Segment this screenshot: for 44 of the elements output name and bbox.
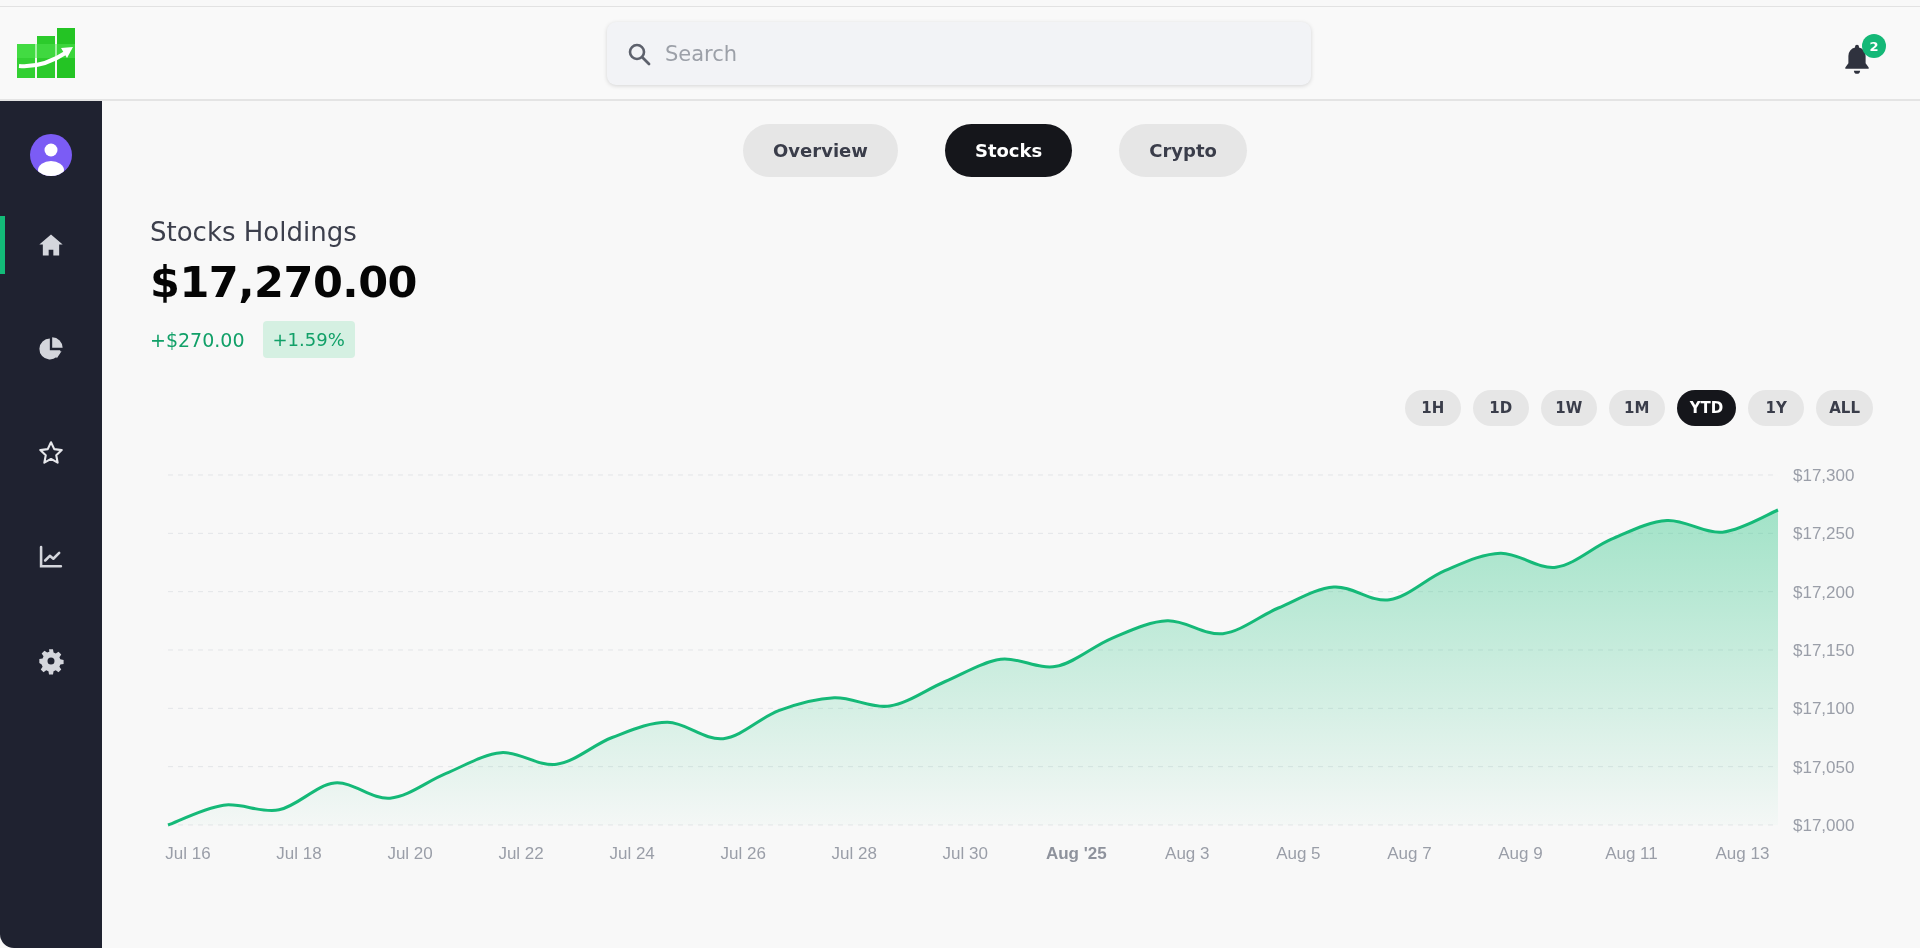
time-range-button[interactable]: 1D: [1472, 390, 1529, 426]
user-avatar[interactable]: [30, 134, 72, 176]
x-axis-label: Aug 11: [1605, 844, 1658, 863]
tab[interactable]: Crypto: [1119, 124, 1247, 177]
x-axis-label: Aug 3: [1165, 844, 1210, 863]
x-axis-label: Jul 22: [498, 844, 544, 863]
search-field[interactable]: Search: [607, 22, 1311, 85]
x-axis-label: Jul 24: [609, 844, 655, 863]
y-axis-label: $17,000: [1793, 816, 1855, 835]
change-amount: +$270.00: [150, 328, 245, 351]
time-range-button[interactable]: 1W: [1540, 390, 1597, 426]
x-axis-label: Aug '25: [1045, 844, 1107, 863]
tab[interactable]: Stocks: [944, 124, 1073, 177]
y-axis-label: $17,200: [1793, 582, 1855, 602]
holdings-value: $17,270.00: [150, 257, 419, 307]
x-axis-label: Jul 16: [165, 844, 211, 863]
y-axis-label: $17,250: [1793, 524, 1855, 544]
x-axis-label: Aug 7: [1387, 844, 1432, 863]
line-chart-icon: [37, 543, 65, 571]
time-range-button[interactable]: 1H: [1404, 390, 1461, 426]
logo-icon: [17, 28, 75, 78]
x-axis-label: Aug 9: [1498, 844, 1543, 863]
notification-badge: 2: [1862, 34, 1886, 58]
y-axis-label: $17,150: [1793, 641, 1855, 660]
x-axis-label: Jul 26: [720, 844, 766, 863]
x-axis-label: Aug 5: [1276, 844, 1321, 863]
time-range-button[interactable]: ALL: [1816, 390, 1873, 426]
x-axis-label: Jul 20: [387, 844, 433, 863]
settings-icon: [37, 647, 65, 675]
x-axis-label: Jul 18: [276, 844, 322, 863]
y-axis-label: $17,100: [1793, 699, 1855, 719]
x-axis-label: Aug 13: [1715, 844, 1770, 863]
bell-icon[interactable]: [1842, 43, 1872, 75]
x-axis-label: Jul 28: [831, 844, 877, 863]
star-icon: [37, 439, 65, 467]
time-range-button[interactable]: YTD: [1676, 390, 1737, 426]
change-percent-badge: +1.59%: [262, 321, 355, 358]
holdings-title: Stocks Holdings: [150, 217, 358, 247]
tab[interactable]: Overview: [743, 124, 898, 177]
x-axis-label: Jul 30: [942, 844, 988, 863]
time-range-button[interactable]: 1M: [1608, 390, 1665, 426]
y-axis-label: $17,050: [1793, 757, 1855, 777]
time-range-button[interactable]: 1Y: [1748, 390, 1805, 426]
y-axis-label: $17,300: [1793, 466, 1855, 485]
